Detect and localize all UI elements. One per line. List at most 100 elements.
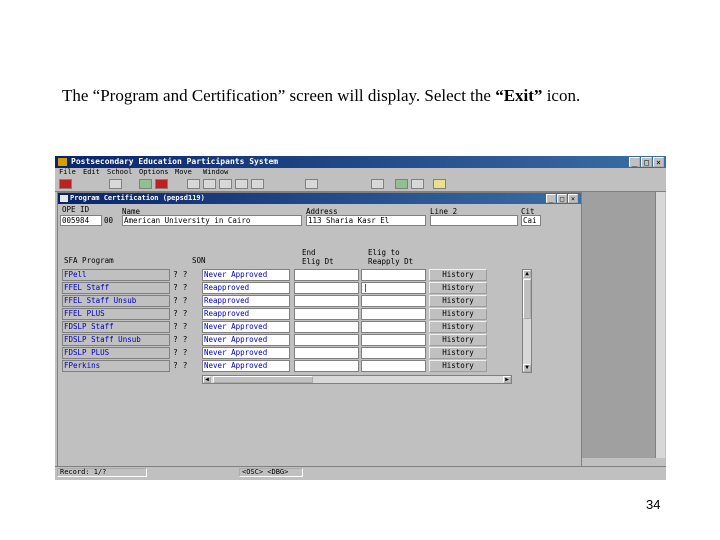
form-icon <box>60 195 68 202</box>
end-elig-field-1[interactable] <box>294 282 359 294</box>
menu-options[interactable]: Options <box>139 168 169 176</box>
record-status: Record: 1/? <box>57 468 147 477</box>
menu-move[interactable]: Move <box>175 168 192 176</box>
list-icon[interactable] <box>219 179 232 189</box>
son-field-3[interactable]: Reapproved <box>202 308 290 320</box>
tt-icon[interactable] <box>155 179 168 189</box>
son-field-1[interactable]: Reapproved <box>202 282 290 294</box>
scroll-down-arrow-icon[interactable]: ▼ <box>523 364 531 372</box>
col-end-elig-dt: End Elig Dt <box>302 248 334 266</box>
scroll-thumb[interactable] <box>523 279 531 319</box>
reapply-field-1[interactable]: | <box>361 282 426 294</box>
history-button-6[interactable]: History <box>429 347 487 359</box>
indicator-b: ? <box>182 270 188 279</box>
program-row-4[interactable]: FDSLP Staff <box>62 321 170 333</box>
minimize-button[interactable]: _ <box>629 157 640 167</box>
history-button-1[interactable]: History <box>429 282 487 294</box>
end-elig-field-0[interactable] <box>294 269 359 281</box>
program-row-6[interactable]: FDSLP PLUS <box>62 347 170 359</box>
edit-icon[interactable] <box>235 179 248 189</box>
indicator-b: ? <box>182 335 188 344</box>
menu-bar: File Edit School Options Move Window <box>55 168 666 177</box>
scroll-left-arrow-icon[interactable]: ◀ <box>203 376 211 383</box>
reapply-field-0[interactable] <box>361 269 426 281</box>
address-field[interactable]: 113 Sharia Kasr El <box>306 215 426 226</box>
reapply-field-2[interactable] <box>361 295 426 307</box>
son-field-6[interactable]: Never Approved <box>202 347 290 359</box>
col-sfa-program: SFA Program <box>64 256 114 265</box>
end-elig-field-4[interactable] <box>294 321 359 333</box>
indicator-a: ? <box>173 348 178 357</box>
end-elig-field-7[interactable] <box>294 360 359 372</box>
end-elig-field-5[interactable] <box>294 334 359 346</box>
back-arrow-icon[interactable] <box>411 179 424 189</box>
son-horizontal-scrollbar[interactable]: ◀ ▶ <box>202 375 512 384</box>
form-title: Program Certification (pepsd119) <box>70 194 205 202</box>
indicator-b: ? <box>182 322 188 331</box>
program-row-2[interactable]: FFEL Staff Unsub <box>62 295 170 307</box>
history-button-2[interactable]: History <box>429 295 487 307</box>
menu-edit[interactable]: Edit <box>83 168 100 176</box>
ope-id-field[interactable]: 005984 <box>60 215 102 226</box>
form-close-button[interactable]: × <box>568 194 578 203</box>
row-indicator: ? ? <box>173 360 199 372</box>
app-icon <box>58 158 67 166</box>
arrow-icon[interactable] <box>305 179 318 189</box>
son-field-4[interactable]: Never Approved <box>202 321 290 333</box>
form-minimize-button[interactable]: _ <box>546 194 556 203</box>
calendar-icon[interactable] <box>139 179 152 189</box>
pencil-icon[interactable] <box>371 179 384 189</box>
program-row-7[interactable]: FPerkins <box>62 360 170 372</box>
form-maximize-button[interactable]: □ <box>557 194 567 203</box>
son-field-0[interactable]: Never Approved <box>202 269 290 281</box>
horizontal-scroll-thumb[interactable] <box>213 376 313 383</box>
history-button-4[interactable]: History <box>429 321 487 333</box>
envelope-icon[interactable] <box>109 179 122 189</box>
history-button-0[interactable]: History <box>429 269 487 281</box>
son-field-2[interactable]: Reapproved <box>202 295 290 307</box>
reapply-field-3[interactable] <box>361 308 426 320</box>
program-row-5[interactable]: FDSLP Staff Unsub <box>62 334 170 346</box>
reapply-field-6[interactable] <box>361 347 426 359</box>
ec-icon[interactable] <box>187 179 200 189</box>
check-icon[interactable] <box>395 179 408 189</box>
end-elig-field-2[interactable] <box>294 295 359 307</box>
row-indicator: ? ? <box>173 269 199 281</box>
scroll-up-arrow-icon[interactable]: ▲ <box>523 270 531 278</box>
menu-window[interactable]: Window <box>203 168 228 176</box>
mode-status: <OSC> <DBG> <box>239 468 303 477</box>
col-son: SON <box>192 256 206 265</box>
end-elig-field-3[interactable] <box>294 308 359 320</box>
close-button[interactable]: × <box>653 157 664 167</box>
son-field-7[interactable]: Never Approved <box>202 360 290 372</box>
program-row-0[interactable]: FPell <box>62 269 170 281</box>
scroll-right-arrow-icon[interactable]: ▶ <box>503 376 511 383</box>
history-button-5[interactable]: History <box>429 334 487 346</box>
reapply-field-5[interactable] <box>361 334 426 346</box>
caption-text-end: icon. <box>542 86 581 105</box>
reapply-field-4[interactable] <box>361 321 426 333</box>
maximize-button[interactable]: □ <box>641 157 652 167</box>
son-field-5[interactable]: Never Approved <box>202 334 290 346</box>
view-icon[interactable] <box>203 179 216 189</box>
caption-text: The “Program and Certification” screen w… <box>62 86 496 105</box>
program-row-1[interactable]: FFEL Staff <box>62 282 170 294</box>
mdi-background <box>582 192 664 458</box>
key-icon[interactable] <box>251 179 264 189</box>
line2-field[interactable] <box>430 215 518 226</box>
city-field[interactable]: Cai <box>521 215 541 226</box>
reapply-field-7[interactable] <box>361 360 426 372</box>
end-elig-field-6[interactable] <box>294 347 359 359</box>
history-button-3[interactable]: History <box>429 308 487 320</box>
menu-file[interactable]: File <box>59 168 76 176</box>
menu-school[interactable]: School <box>107 168 132 176</box>
history-button-7[interactable]: History <box>429 360 487 372</box>
rows-vertical-scrollbar[interactable]: ▲ ▼ <box>522 269 532 373</box>
app-title: Postsecondary Education Participants Sys… <box>71 157 279 166</box>
program-row-3[interactable]: FFEL PLUS <box>62 308 170 320</box>
exit-icon[interactable] <box>59 179 72 189</box>
name-field[interactable]: American University in Cairo <box>122 215 302 226</box>
main-vertical-scrollbar[interactable] <box>655 192 665 458</box>
help-icon[interactable] <box>433 179 446 189</box>
ope-id-label: OPE ID <box>62 205 90 214</box>
